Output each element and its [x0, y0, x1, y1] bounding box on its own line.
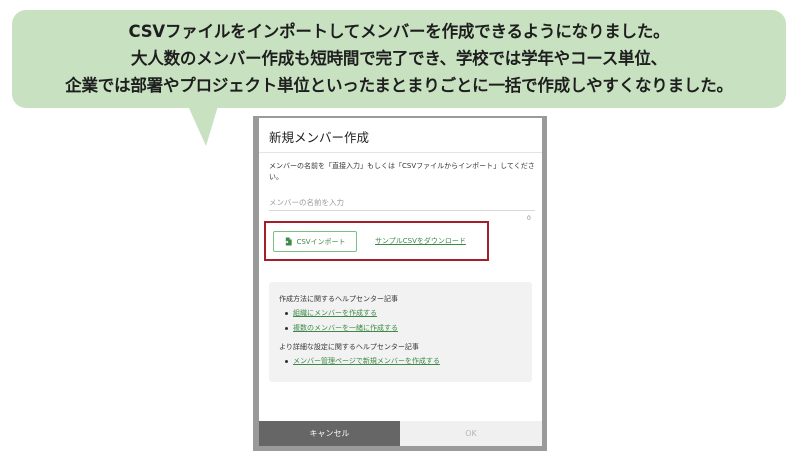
help-list-item: 組織にメンバーを作成する	[285, 308, 377, 318]
help-link-create-multiple-members[interactable]: 複数のメンバーを一緒に作成する	[293, 323, 398, 333]
bullet-icon	[285, 326, 288, 330]
dialog-title: 新規メンバー作成	[269, 130, 370, 145]
help-heading-advanced: より詳細な設定に関するヘルプセンター記事	[279, 343, 419, 351]
sample-csv-download-link[interactable]: サンプルCSVをダウンロード	[375, 236, 466, 246]
help-link-member-management[interactable]: メンバー管理ページで新規メンバーを作成する	[293, 356, 440, 366]
member-name-input[interactable]	[269, 195, 535, 211]
cancel-button[interactable]: キャンセル	[259, 421, 400, 446]
char-counter: 0	[527, 215, 531, 222]
dialog-footer: キャンセル OK	[259, 421, 542, 446]
new-member-dialog: 新規メンバー作成 メンバーの名前を「直接入力」もしくは「CSVファイルからインポ…	[259, 118, 542, 446]
help-link-create-org-member[interactable]: 組織にメンバーを作成する	[293, 308, 377, 318]
bullet-icon	[285, 311, 288, 315]
help-list-item: 複数のメンバーを一緒に作成する	[285, 323, 398, 333]
help-center-box: 作成方法に関するヘルプセンター記事 組織にメンバーを作成する 複数のメンバーを一…	[269, 282, 532, 382]
title-divider	[259, 152, 542, 153]
callout-line-3: 企業では部署やプロジェクト単位といったまとまりごとに一括で作成しやすくなりました…	[65, 76, 733, 95]
help-heading-creation: 作成方法に関するヘルプセンター記事	[279, 295, 398, 303]
file-import-icon	[284, 237, 293, 246]
callout-banner: CSVファイルをインポートしてメンバーを作成できるようになりました。 大人数のメ…	[12, 10, 786, 108]
csv-import-label: CSVインポート	[296, 237, 346, 246]
ok-button[interactable]: OK	[400, 421, 542, 446]
callout-line-1: CSVファイルをインポートしてメンバーを作成できるようになりました。	[128, 22, 670, 41]
callout-line-2: 大人数のメンバー作成も短時間で完了でき、学校では学年やコース単位、	[131, 49, 667, 68]
help-list-item: メンバー管理ページで新規メンバーを作成する	[285, 356, 440, 366]
bullet-icon	[285, 359, 288, 363]
instructions-text: メンバーの名前を「直接入力」もしくは「CSVファイルからインポート」してください…	[269, 162, 535, 181]
csv-import-button[interactable]: CSVインポート	[273, 231, 357, 252]
